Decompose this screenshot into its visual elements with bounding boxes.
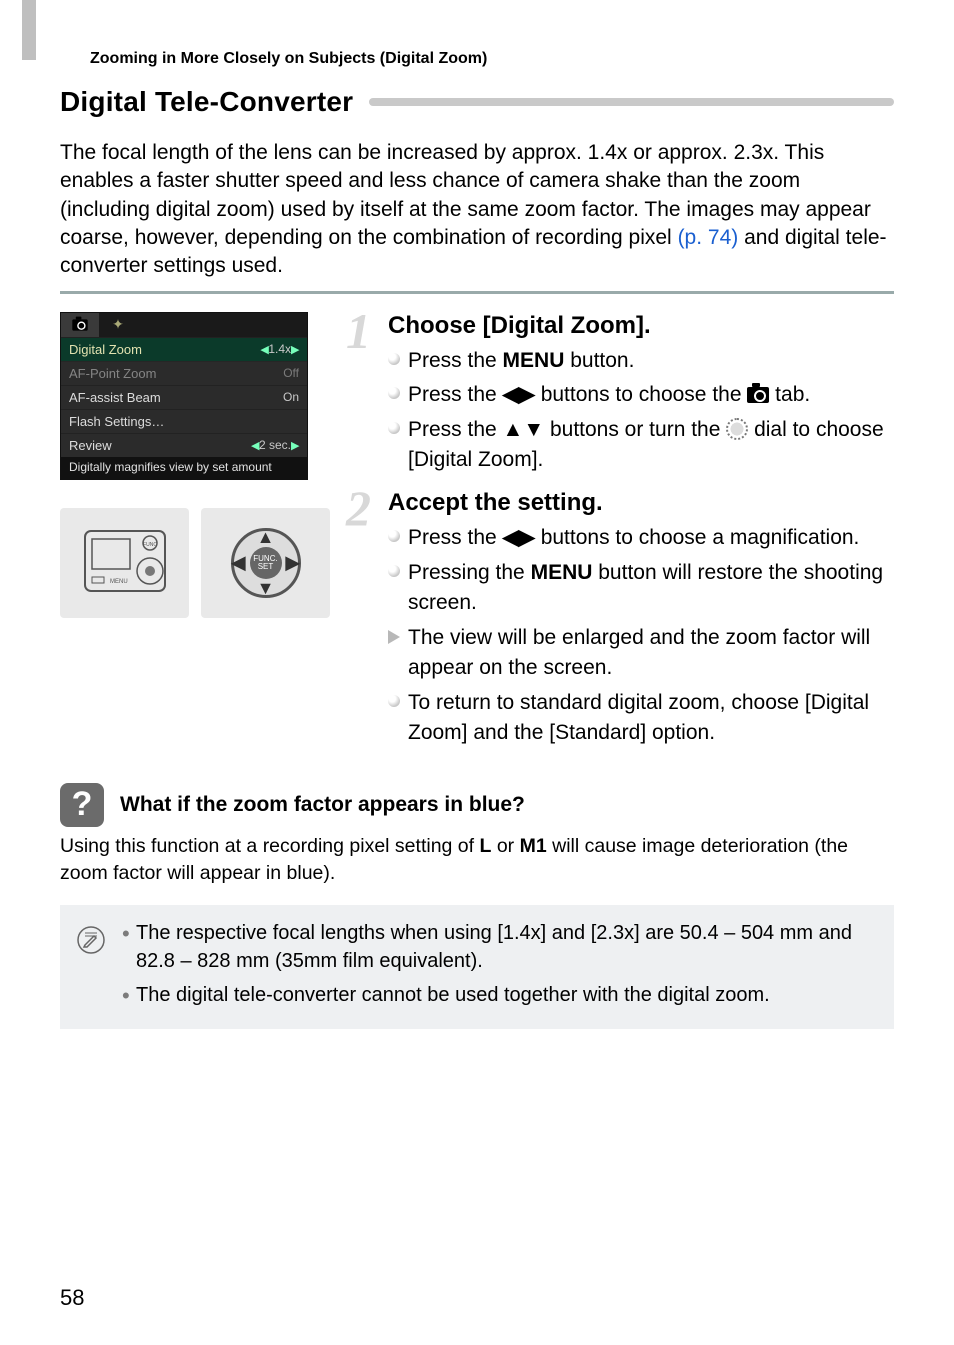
step-text: buttons to choose the — [535, 383, 747, 406]
menu-value: 1.4x — [268, 342, 291, 356]
menu-tab-camera — [61, 313, 99, 337]
menu-value: 2 sec. — [259, 438, 291, 452]
menu-label: Digital Zoom — [69, 342, 260, 357]
title-rule — [369, 98, 894, 106]
page-ref-link[interactable]: (p. 74) — [678, 226, 739, 249]
camera-tab-icon — [747, 387, 769, 403]
size-l-icon: L — [479, 835, 491, 857]
step: 1Choose [Digital Zoom].Press the MENU bu… — [352, 312, 894, 476]
note-item: The digital tele-converter cannot be use… — [122, 981, 876, 1009]
bullet-dot-icon — [388, 353, 400, 365]
chapter-tab — [22, 0, 36, 60]
svg-text:MENU: MENU — [110, 579, 128, 585]
step-text: The view will be enlarged and the zoom f… — [408, 626, 870, 679]
note-box: The respective focal lengths when using … — [60, 905, 894, 1029]
step-text: Press the — [408, 526, 503, 549]
menu-row-flash: Flash Settings… — [61, 409, 307, 433]
page-number: 58 — [60, 1285, 84, 1311]
menu-row-af-assist: AF-assist Beam On — [61, 385, 307, 409]
step-text: Press the — [408, 418, 503, 441]
callout-body: Using this function at a recording pixel… — [60, 833, 894, 888]
step-number: 2 — [346, 479, 371, 537]
step-text: MENU — [531, 561, 593, 584]
step-title: Accept the setting. — [388, 489, 894, 517]
section-divider — [60, 291, 894, 294]
step-bullet: Press the MENU button. — [388, 346, 894, 376]
svg-text:FUNC: FUNC — [143, 542, 157, 548]
step-text: To return to standard digital zoom, choo… — [408, 691, 869, 744]
step-bullet: Press the ◀▶ buttons to choose a magnifi… — [388, 523, 894, 553]
menu-value: On — [283, 390, 299, 404]
step-text: button. — [564, 349, 634, 372]
menu-row-review: Review ◀ 2 sec. ▶ — [61, 433, 307, 457]
step-text: ▲▼ — [503, 418, 545, 441]
camera-back-illustration: FUNC MENU — [60, 508, 189, 618]
step-text: MENU — [503, 349, 565, 372]
step-text: ◀▶ — [503, 526, 535, 549]
camera-icon — [72, 319, 87, 330]
menu-label: Flash Settings… — [69, 414, 299, 429]
bullet-dot-icon — [388, 422, 400, 434]
menu-label: AF-Point Zoom — [69, 366, 283, 381]
step-text: Press the — [408, 383, 503, 406]
step-title: Choose [Digital Zoom]. — [388, 312, 894, 340]
note-item: The respective focal lengths when using … — [122, 919, 876, 975]
step-text: Pressing the — [408, 561, 531, 584]
step-bullet: Press the ▲▼ buttons or turn the dial to… — [388, 415, 894, 476]
callout-text: or — [491, 835, 519, 857]
func-set-label: FUNC. SET — [250, 547, 282, 579]
section-title: Digital Tele-Converter — [60, 86, 353, 118]
step-text: buttons or turn the — [544, 418, 726, 441]
menu-row-af-point-zoom: AF-Point Zoom Off — [61, 361, 307, 385]
dpad-illustration: FUNC. SET ◀ ▶ ▲ ▼ — [201, 508, 330, 618]
bullet-dot-icon — [388, 530, 400, 542]
step: 2Accept the setting.Press the ◀▶ buttons… — [352, 489, 894, 748]
note-pencil-icon — [74, 923, 108, 957]
result-arrow-icon — [388, 630, 400, 644]
step-text: ◀▶ — [503, 383, 535, 406]
question-icon: ? — [60, 783, 104, 827]
menu-row-digital-zoom: Digital Zoom ◀ 1.4x ▶ — [61, 337, 307, 361]
step-bullet: The view will be enlarged and the zoom f… — [388, 623, 894, 684]
step-number: 1 — [346, 302, 371, 360]
bullet-dot-icon — [388, 695, 400, 707]
menu-value: Off — [283, 366, 299, 380]
step-text: tab. — [769, 383, 810, 406]
callout-title: What if the zoom factor appears in blue? — [120, 793, 525, 817]
step-bullet: Pressing the MENU button will restore th… — [388, 558, 894, 619]
step-bullet: Press the ◀▶ buttons to choose the tab. — [388, 380, 894, 410]
menu-label: AF-assist Beam — [69, 390, 283, 405]
size-m1-icon: M1 — [520, 835, 547, 857]
intro-paragraph: The focal length of the lens can be incr… — [60, 139, 894, 281]
breadcrumb: Zooming in More Closely on Subjects (Dig… — [90, 50, 894, 68]
step-text: Press the — [408, 349, 503, 372]
menu-label: Review — [69, 438, 251, 453]
camera-menu-screenshot: ✦ Digital Zoom ◀ 1.4x ▶ AF-Point Zoom Of… — [60, 312, 308, 480]
control-dial-icon — [726, 418, 748, 440]
bullet-dot-icon — [388, 565, 400, 577]
callout-text: Using this function at a recording pixel… — [60, 835, 479, 857]
menu-tab-tools: ✦ — [99, 313, 137, 337]
step-text: buttons to choose a magnification. — [535, 526, 860, 549]
step-bullet: To return to standard digital zoom, choo… — [388, 688, 894, 749]
bullet-dot-icon — [388, 387, 400, 399]
menu-footer: Digitally magnifies view by set amount — [61, 457, 307, 479]
